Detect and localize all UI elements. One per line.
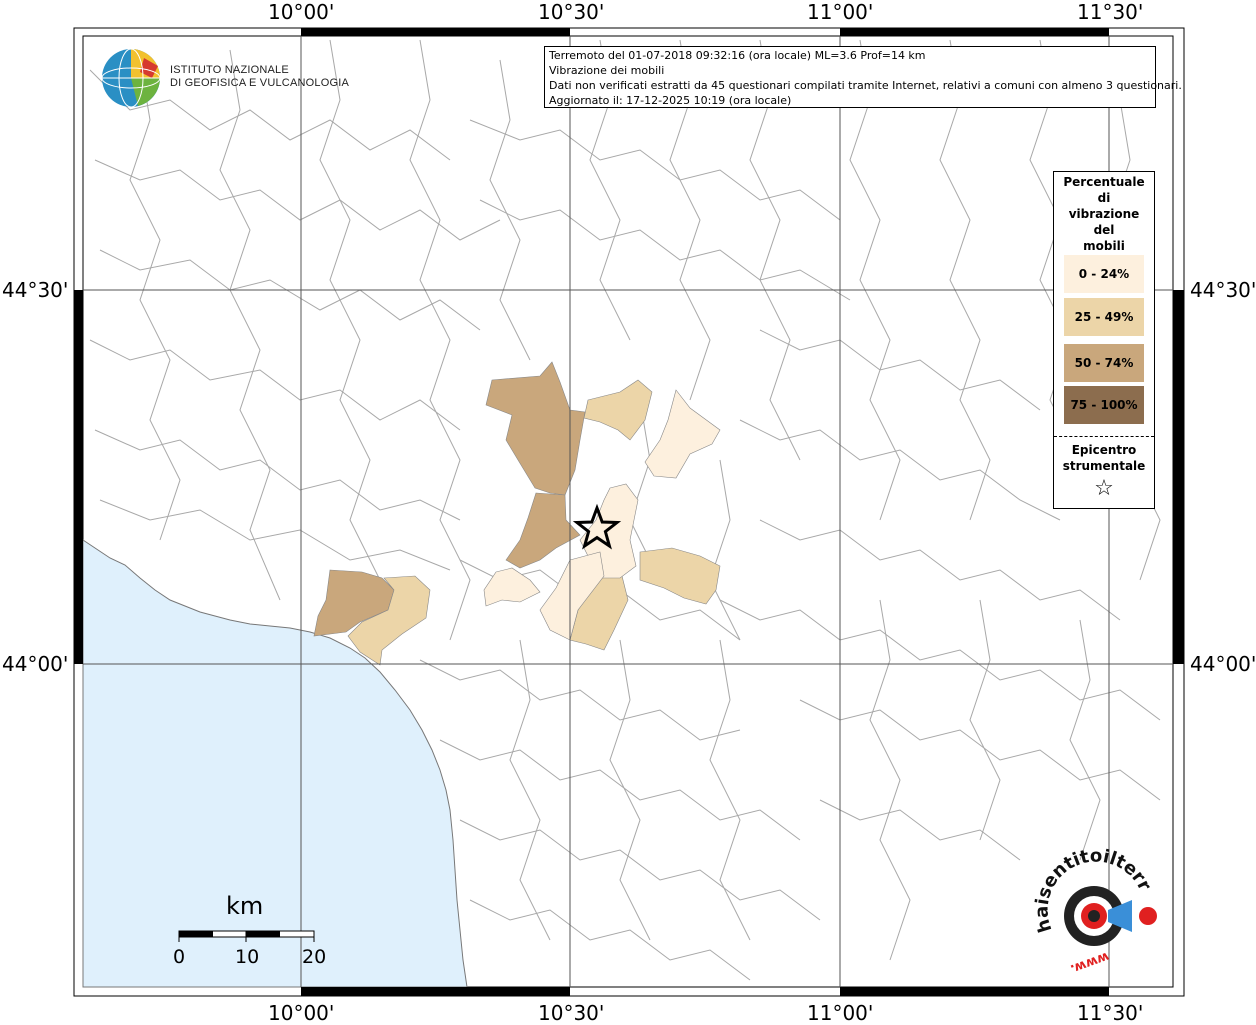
lon-label-top-4: 11°30' — [1077, 0, 1144, 24]
lat-label-right-1: 44°30' — [1190, 278, 1256, 302]
legend-item-0-24: 0 - 24% — [1064, 255, 1144, 293]
event-info-line1: Terremoto del 01-07-2018 09:32:16 (ora l… — [549, 49, 926, 62]
legend-title: Percentuale di vibrazione del mobili — [1054, 174, 1154, 254]
legend-divider — [1054, 436, 1154, 437]
ingv-line2: DI GEOFISICA E VULCANOLOGIA — [170, 77, 349, 89]
lon-label-top-3: 11°00' — [807, 0, 874, 24]
legend-title-line: del — [1093, 223, 1115, 237]
event-info-line4: Aggiornato il: 17-12-2025 10:19 (ora loc… — [549, 94, 792, 107]
legend: Percentuale di vibrazione del mobili 0 -… — [1053, 171, 1155, 509]
scale-tick-10: 10 — [235, 946, 260, 968]
legend-title-line: Percentuale — [1063, 175, 1145, 189]
legend-title-line: vibrazione — [1068, 207, 1140, 221]
scale-tick-20: 20 — [302, 946, 327, 968]
legend-item-75-100: 75 - 100% — [1064, 386, 1144, 424]
event-info-line3: Dati non verificati estratti da 45 quest… — [549, 79, 1182, 92]
ingv-line1: ISTITUTO NAZIONALE — [170, 64, 289, 76]
lon-label-bottom-1: 10°00' — [268, 1001, 335, 1025]
scale-tick-0: 0 — [173, 946, 186, 968]
legend-star-icon: ☆ — [1094, 476, 1114, 501]
ingv-globe-logo — [101, 48, 161, 108]
lon-label-bottom-3: 11°00' — [807, 1001, 874, 1025]
lat-label-left-1: 44°30' — [2, 278, 69, 302]
legend-epicenter-label: Epicentro strumentale — [1054, 442, 1154, 474]
lon-label-bottom-2: 10°30' — [538, 1001, 605, 1025]
legend-title-line: di — [1097, 191, 1111, 205]
legend-item-50-74: 50 - 74% — [1064, 344, 1144, 382]
legend-epicenter-line: strumentale — [1062, 459, 1146, 473]
lon-label-top-1: 10°00' — [268, 0, 335, 24]
legend-item-25-49: 25 - 49% — [1064, 298, 1144, 336]
lat-label-left-2: 44°00' — [2, 652, 69, 676]
lon-label-bottom-4: 11°30' — [1077, 1001, 1144, 1025]
map-canvas: haisentitoilterremoto.it www. — [0, 0, 1185, 997]
legend-epicenter-line: Epicentro — [1071, 443, 1137, 457]
legend-title-line: mobili — [1083, 239, 1125, 253]
lat-label-right-2: 44°00' — [1190, 652, 1256, 676]
scale-unit: km — [226, 892, 264, 920]
event-info-box: Terremoto del 01-07-2018 09:32:16 (ora l… — [544, 46, 1182, 108]
lon-label-top-2: 10°30' — [538, 0, 605, 24]
ingv-logo-text: ISTITUTO NAZIONALE DI GEOFISICA E VULCAN… — [170, 64, 349, 90]
event-info-line2: Vibrazione dei mobili — [549, 64, 665, 77]
